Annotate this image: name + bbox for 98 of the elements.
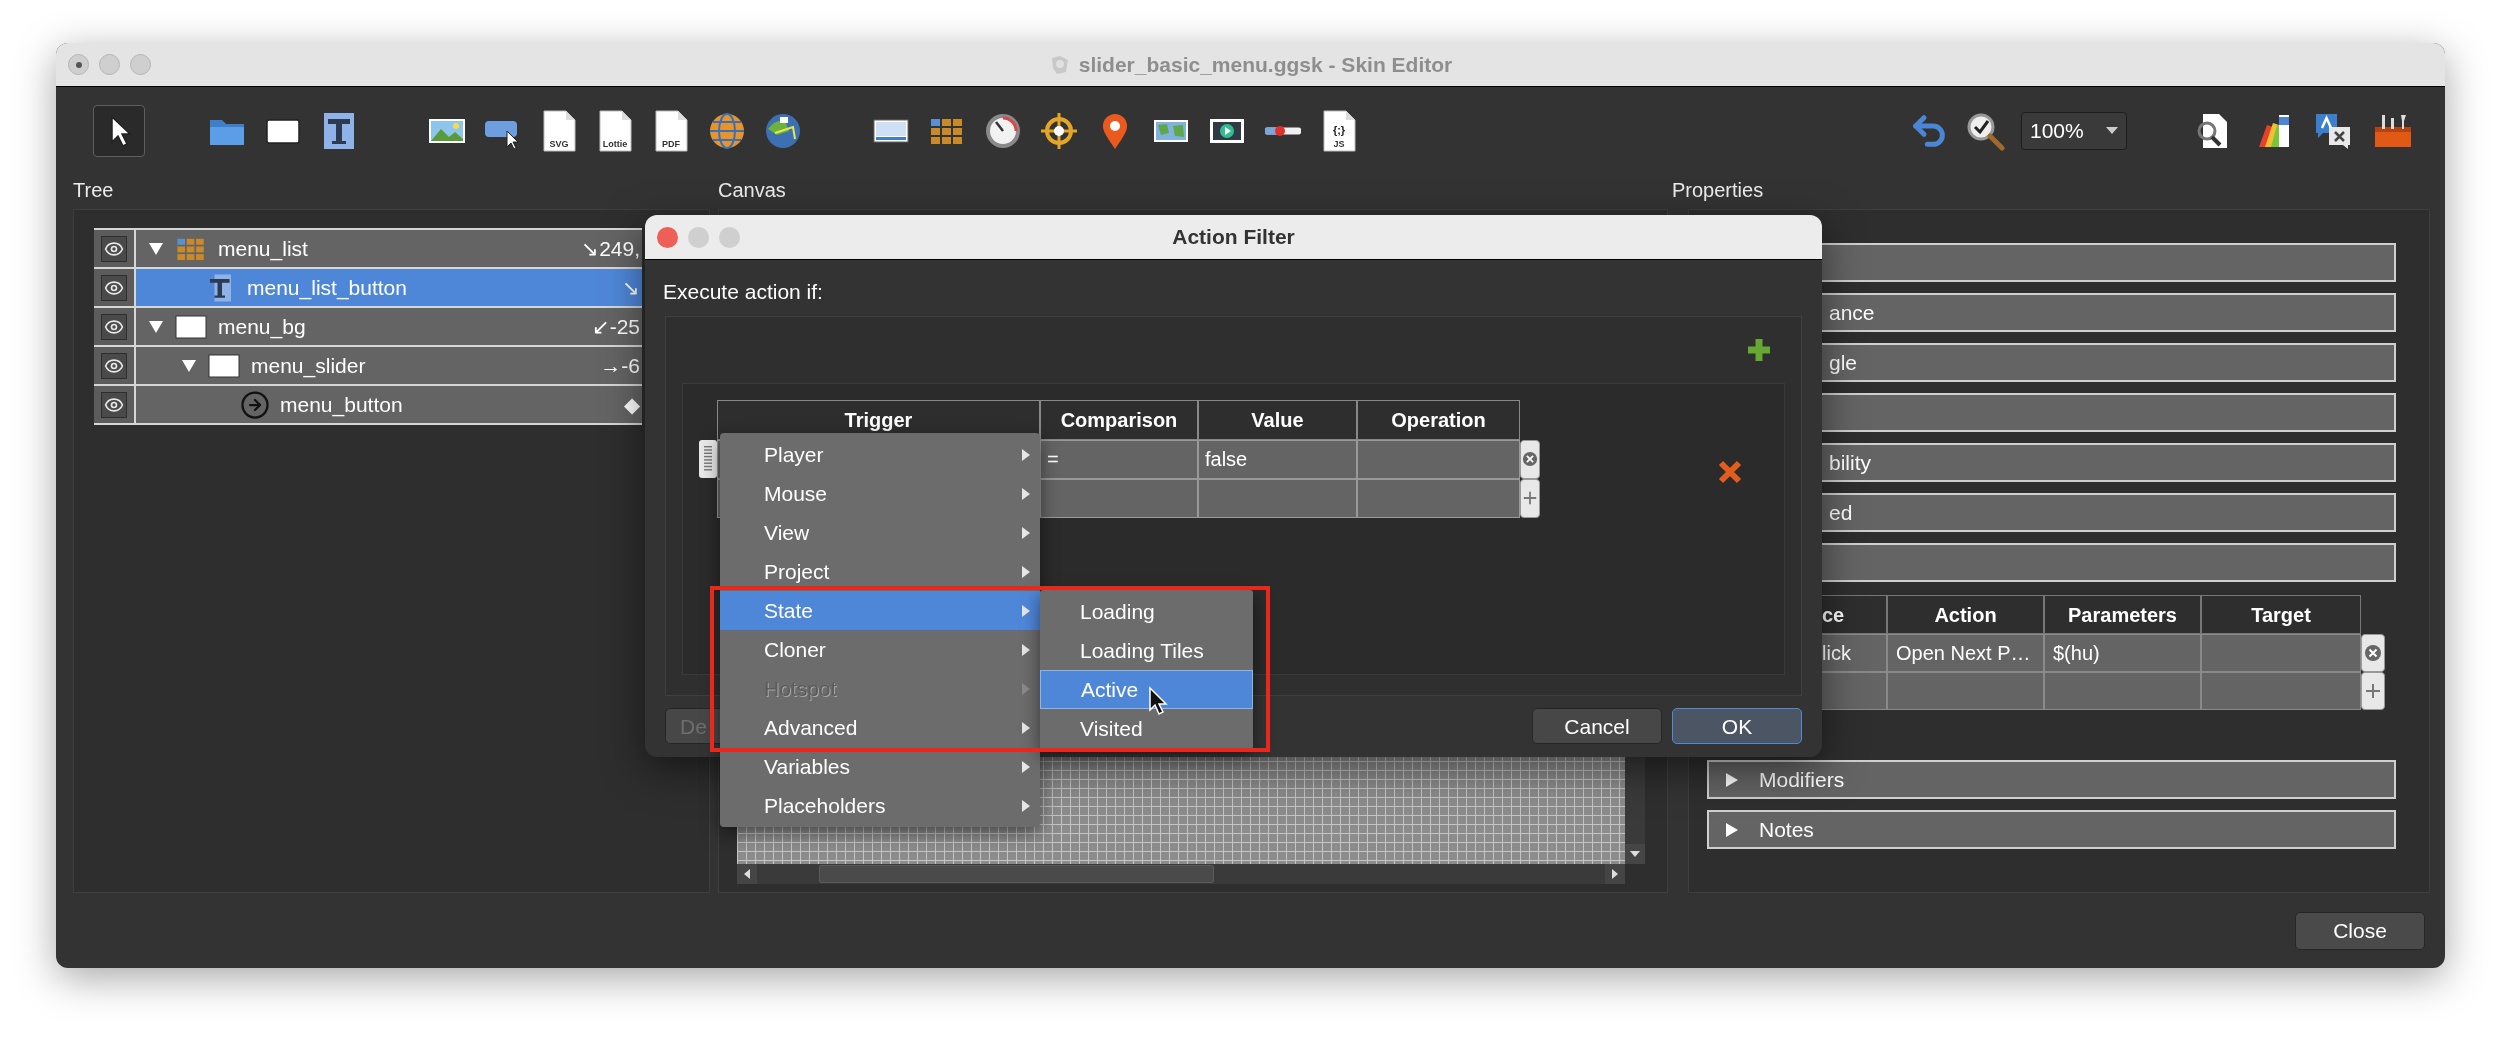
visibility-toggle[interactable] bbox=[94, 386, 136, 423]
close-button[interactable]: Close bbox=[2295, 911, 2425, 950]
remove-icon bbox=[2364, 644, 2382, 662]
menu-item[interactable]: Mouse bbox=[720, 474, 1040, 513]
menu-item[interactable]: Loading Tiles bbox=[1040, 631, 1253, 670]
expand-arrow-icon[interactable] bbox=[1725, 821, 1739, 838]
submenu-arrow-icon bbox=[1022, 799, 1030, 812]
remove-row-button[interactable] bbox=[1520, 439, 1540, 479]
property-section[interactable]: Notes bbox=[1707, 810, 2396, 849]
remove-icon bbox=[1522, 451, 1538, 467]
property-section[interactable]: Modifiers bbox=[1707, 760, 2396, 799]
globe-icon bbox=[763, 111, 803, 151]
panel-title: Canvas bbox=[718, 178, 787, 203]
window-title: slider_basic_menu.ggsk - Skin Editor bbox=[1078, 51, 1453, 78]
plus-icon bbox=[2364, 682, 2382, 700]
pointer-tool-button[interactable] bbox=[93, 105, 145, 157]
drag-handle[interactable] bbox=[699, 439, 717, 478]
globe-icon bbox=[707, 111, 747, 151]
table-cell: Open Next P… bbox=[1887, 634, 2044, 672]
position-label: ↙-25 bbox=[591, 313, 640, 340]
zoom-select[interactable]: 100% bbox=[2021, 112, 2127, 150]
tree-row[interactable]: menu_slider →-6 bbox=[136, 347, 642, 384]
dialog-button[interactable]: OK bbox=[1672, 708, 1802, 745]
scrollbar-thumb[interactable] bbox=[819, 865, 1214, 883]
add-row-button[interactable] bbox=[2361, 672, 2385, 710]
visibility-toggle[interactable] bbox=[94, 308, 136, 345]
table-cell: false bbox=[1198, 439, 1357, 479]
eye-icon bbox=[101, 235, 127, 262]
visibility-toggle[interactable] bbox=[94, 269, 136, 306]
submenu-arrow-icon bbox=[1022, 643, 1030, 656]
column-header: Operation bbox=[1357, 399, 1520, 440]
expand-arrow-icon[interactable] bbox=[1725, 771, 1739, 788]
dial-icon bbox=[983, 111, 1023, 151]
eye-icon bbox=[101, 352, 127, 379]
document-icon bbox=[654, 110, 688, 152]
speech-bubbles-icon bbox=[2313, 111, 2353, 151]
position-label: ↘ bbox=[622, 274, 640, 301]
tree-row[interactable]: menu_bg ↙-25 bbox=[136, 308, 642, 345]
mouse-pointer-icon bbox=[1148, 686, 1168, 716]
tree-row[interactable]: menu_list_button ↘ bbox=[136, 269, 642, 306]
dialog-button[interactable]: Cancel bbox=[1532, 708, 1662, 745]
menu-item[interactable]: View bbox=[720, 513, 1040, 552]
horizontal-scrollbar[interactable] bbox=[737, 864, 1625, 884]
plus-icon bbox=[1746, 336, 1772, 363]
menu-item[interactable]: Active bbox=[1040, 670, 1253, 709]
close-icon bbox=[1718, 459, 1742, 484]
menu-item[interactable]: Placeholders bbox=[720, 786, 1040, 825]
expand-arrow-icon[interactable] bbox=[148, 319, 164, 334]
submenu-arrow-icon bbox=[1022, 604, 1030, 617]
close-window-button[interactable] bbox=[657, 227, 678, 248]
submenu-arrow-icon bbox=[1022, 565, 1030, 578]
plus-icon bbox=[1522, 490, 1538, 506]
add-row-button[interactable] bbox=[1520, 478, 1540, 518]
submenu-arrow-icon bbox=[1022, 487, 1030, 500]
visibility-toggle[interactable] bbox=[94, 230, 136, 267]
expand-arrow-icon[interactable] bbox=[148, 241, 164, 256]
crosshair-icon bbox=[1039, 111, 1079, 151]
column-header: Parameters bbox=[2044, 595, 2201, 634]
document-tool-button[interactable]: Lottie bbox=[589, 105, 641, 157]
column-header: Value bbox=[1198, 399, 1357, 440]
submenu-arrow-icon bbox=[1022, 682, 1030, 695]
grip-icon bbox=[704, 445, 712, 472]
document-tool-button[interactable]: PDF bbox=[645, 105, 697, 157]
position-label: →-6 bbox=[600, 352, 640, 379]
column-header: Comparison bbox=[1040, 399, 1198, 440]
submenu-arrow-icon bbox=[1022, 760, 1030, 773]
tree-row[interactable]: menu_button ◆ bbox=[136, 386, 642, 423]
table-cell: = bbox=[1040, 439, 1198, 479]
table-cell: $(hu) bbox=[2044, 634, 2201, 672]
magnifier-icon bbox=[1965, 111, 2005, 151]
panel-title: Properties bbox=[1672, 178, 1765, 203]
column-header: Target bbox=[2201, 595, 2361, 634]
document-icon bbox=[1322, 110, 1356, 152]
eye-icon bbox=[101, 313, 127, 340]
menu-item[interactable]: Loading bbox=[1040, 592, 1253, 631]
column-header: Action bbox=[1887, 595, 2044, 634]
menu-item[interactable]: State bbox=[720, 591, 1040, 630]
submenu-arrow-icon bbox=[1022, 721, 1030, 734]
eye-icon bbox=[101, 391, 127, 418]
dialog-title: Action Filter bbox=[1172, 224, 1295, 251]
slider-icon bbox=[1264, 125, 1302, 137]
prompt-text: Execute action if: bbox=[663, 279, 824, 305]
document-icon bbox=[598, 110, 632, 152]
menu-item[interactable]: Cloner bbox=[720, 630, 1040, 669]
eye-icon bbox=[101, 274, 127, 301]
position-label: ◆ bbox=[624, 391, 640, 418]
submenu-arrow-icon bbox=[1022, 448, 1030, 461]
position-label: ↘249, bbox=[581, 235, 640, 262]
document-tool-button[interactable]: {;} JS bbox=[1313, 105, 1365, 157]
dropdown-caret-icon bbox=[2106, 127, 2118, 135]
expand-arrow-icon[interactable] bbox=[181, 358, 197, 373]
document-icon bbox=[542, 110, 576, 152]
tree-row[interactable]: menu_list ↘249, bbox=[136, 230, 642, 267]
close-window-button[interactable] bbox=[68, 54, 89, 75]
document-tool-button[interactable]: SVG bbox=[533, 105, 585, 157]
visibility-toggle[interactable] bbox=[94, 347, 136, 384]
panel-title: Tree bbox=[73, 178, 115, 203]
submenu-arrow-icon bbox=[1022, 526, 1030, 539]
